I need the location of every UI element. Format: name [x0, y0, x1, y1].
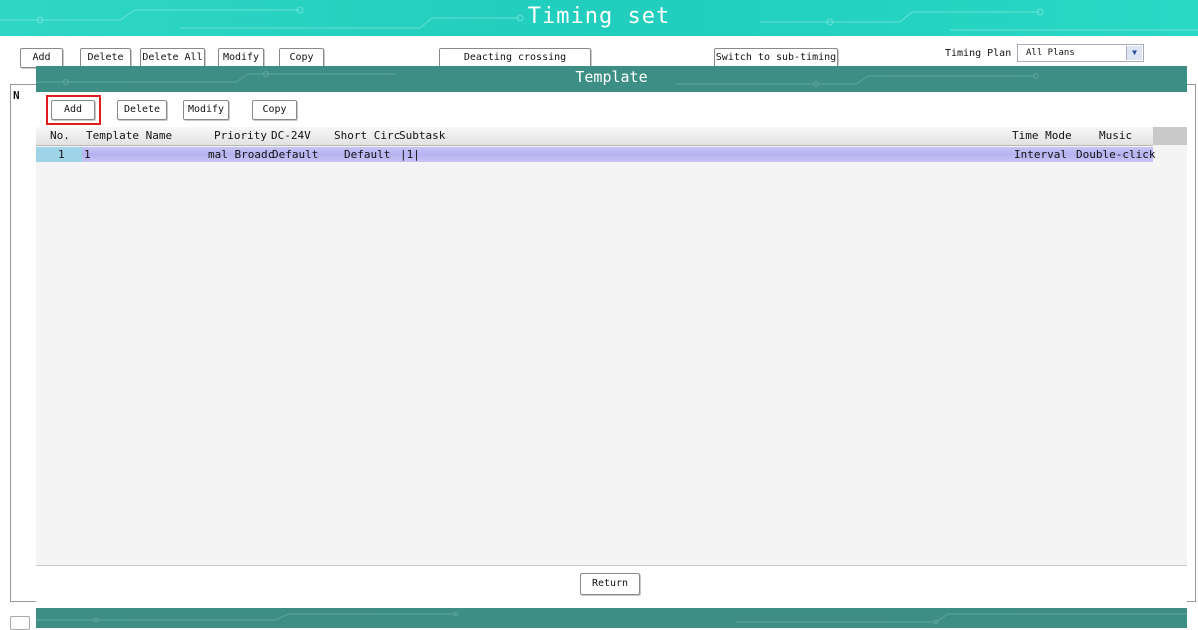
dialog-footer: Return	[36, 565, 1187, 609]
cell-subtask: |1|	[400, 148, 420, 161]
column-header-music[interactable]: Music	[1099, 127, 1132, 145]
column-header-subtask[interactable]: Subtask	[399, 127, 445, 145]
main-title-bar: Timing set	[0, 0, 1198, 36]
copy-button[interactable]: Copy	[279, 48, 324, 68]
circuit-decoration	[36, 611, 1187, 625]
table-header: No. Template Name Priority DC-24V Short …	[36, 127, 1153, 146]
delete-all-button[interactable]: Delete All	[140, 48, 205, 68]
delete-button[interactable]: Delete	[80, 48, 131, 68]
cell-dc24v: Default	[272, 148, 319, 161]
switch-sub-timing-button[interactable]: Switch to sub-timing	[714, 48, 838, 68]
template-table: No. Template Name Priority DC-24V Short …	[36, 127, 1187, 562]
add-button[interactable]: Add	[20, 48, 63, 68]
chevron-down-icon[interactable]: ▼	[1126, 46, 1142, 60]
deacting-crossing-button[interactable]: Deacting crossing	[439, 48, 591, 68]
window-title: Timing set	[527, 4, 671, 29]
modify-button[interactable]: Modify	[218, 48, 264, 68]
list-column-header: N	[13, 89, 20, 102]
column-header-no[interactable]: No.	[50, 127, 70, 145]
dialog-bottom-bar	[36, 608, 1187, 628]
dialog-toolbar: Add Delete Modify Copy	[36, 92, 1187, 127]
row-number-cell: 1	[36, 147, 82, 162]
template-add-button[interactable]: Add	[51, 100, 95, 120]
timing-plan-dropdown[interactable]: All Plans ▼	[1017, 44, 1144, 62]
return-button[interactable]: Return	[580, 573, 640, 595]
cell-template-name: 1	[84, 148, 91, 161]
table-header-filler	[1153, 127, 1187, 145]
table-row[interactable]: 1 1 mal Broadc Default Default |1| Inter…	[36, 147, 1156, 162]
column-header-template-name[interactable]: Template Name	[86, 127, 172, 145]
template-delete-button[interactable]: Delete	[117, 100, 167, 120]
column-header-short-circ[interactable]: Short Circ	[334, 127, 400, 145]
template-copy-button[interactable]: Copy	[252, 100, 297, 120]
dialog-title: Template	[575, 68, 648, 86]
column-header-dc24v[interactable]: DC-24V	[271, 127, 311, 145]
timing-plan-value: All Plans	[1026, 48, 1075, 58]
column-header-time-mode[interactable]: Time Mode	[1012, 127, 1072, 145]
cell-music: Double-click	[1076, 148, 1156, 161]
column-header-priority[interactable]: Priority	[214, 127, 267, 145]
template-modify-button[interactable]: Modify	[183, 100, 229, 120]
cell-priority: mal Broadc	[208, 148, 275, 161]
dialog-title-bar: Template	[36, 66, 1187, 92]
cell-no: 1	[58, 148, 65, 161]
cell-time-mode: Interval	[1014, 148, 1067, 161]
timing-plan-label: Timing Plan	[945, 48, 1012, 59]
cell-short-circ: Default	[344, 148, 391, 161]
template-dialog: Template Add Delete Modify Copy No. Temp…	[36, 66, 1187, 628]
